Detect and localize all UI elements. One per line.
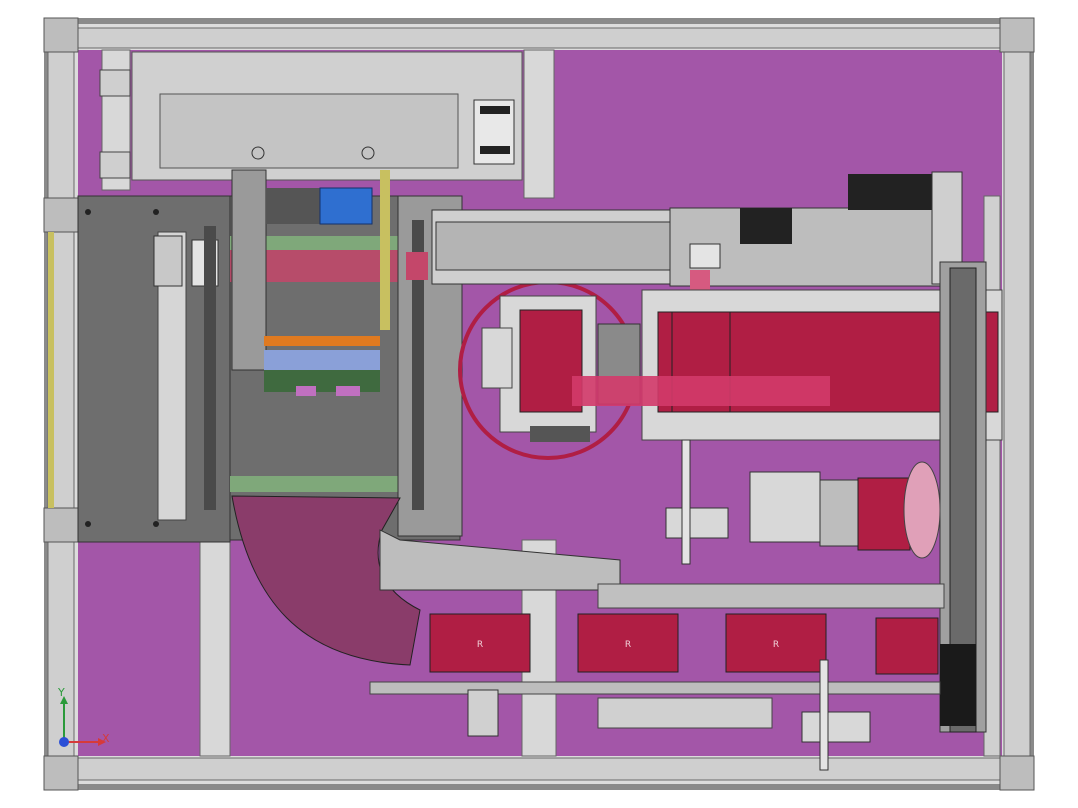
- cad-viewport[interactable]: R R R X Y: [0, 0, 1078, 808]
- y-axis-label: Y: [58, 686, 65, 699]
- rotary-station: [458, 280, 641, 460]
- left-plate: [77, 195, 231, 543]
- machine-top-view: RRR: [43, 17, 1035, 791]
- top-housing: [99, 51, 523, 181]
- pad-marking: R: [477, 640, 483, 650]
- pad-marking: R: [625, 640, 631, 650]
- center-gantry: [229, 169, 463, 541]
- pad-marking: R: [773, 640, 779, 650]
- x-axis-label: X: [102, 732, 110, 745]
